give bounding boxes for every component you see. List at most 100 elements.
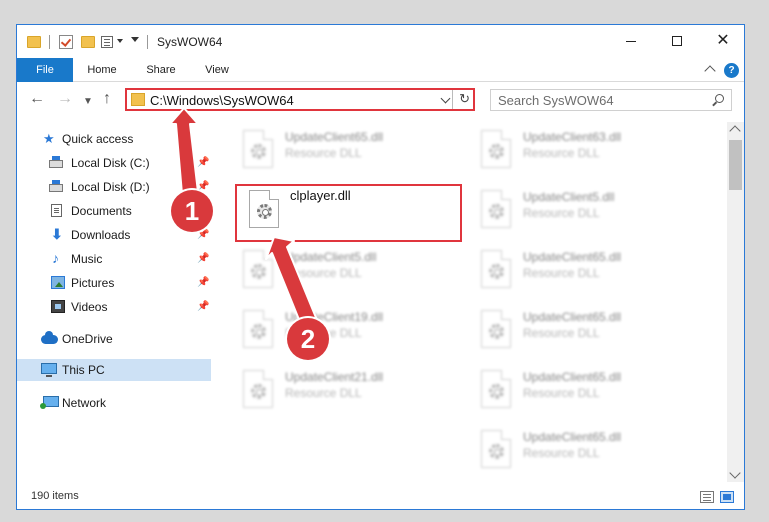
maximize-icon <box>672 36 682 46</box>
minimize-icon <box>626 40 636 42</box>
file-type: Resource DLL <box>285 146 362 160</box>
documents-icon <box>51 204 62 217</box>
computer-icon <box>41 363 57 377</box>
customize-icon[interactable] <box>101 36 113 48</box>
file-name: UpdateClient65.dll <box>523 430 622 444</box>
back-arrow-icon[interactable]: ← <box>29 91 45 107</box>
file-type: Resource DLL <box>285 266 362 280</box>
address-dropdown-icon[interactable] <box>440 93 451 104</box>
properties-check-icon[interactable] <box>59 35 73 49</box>
chevron-down-icon[interactable] <box>117 39 123 43</box>
list-item[interactable]: UpdateClient65.dll Resource DLL <box>475 424 705 474</box>
nav-label: Downloads <box>71 228 131 242</box>
pin-icon: 📌 <box>197 157 210 168</box>
tab-file[interactable]: File <box>17 58 73 82</box>
up-arrow-icon[interactable]: ↑ <box>103 91 111 107</box>
large-icons-view-icon[interactable] <box>720 491 734 503</box>
list-item[interactable]: UpdateClient5.dll Resource DLL <box>475 184 705 234</box>
nav-quick-access[interactable]: ★ Quick access <box>17 128 211 150</box>
address-bar[interactable]: C:\Windows\SysWOW64 ↻ <box>125 88 475 111</box>
file-type: Resource DLL <box>285 386 362 400</box>
nav-item-music[interactable]: ♪ Music 📌 <box>17 248 211 270</box>
nav-label: Documents <box>71 204 132 218</box>
title-bar: SysWOW64 ✕ <box>17 25 744 57</box>
close-icon: ✕ <box>716 32 730 49</box>
list-item[interactable]: UpdateClient21.dll Resource DLL <box>237 364 467 414</box>
minimize-button[interactable] <box>608 25 654 57</box>
file-name: UpdateClient5.dll <box>285 250 377 264</box>
folder-icon[interactable] <box>27 36 41 48</box>
item-count: 190 items <box>31 490 79 502</box>
gear-icon <box>251 384 266 399</box>
tab-share[interactable]: Share <box>139 58 183 82</box>
onedrive-cloud-icon <box>41 331 58 344</box>
file-type: Resource DLL <box>523 146 600 160</box>
dll-file-icon <box>481 370 511 408</box>
nav-label: Local Disk (D:) <box>71 180 150 194</box>
gear-icon <box>489 324 504 339</box>
tab-view[interactable]: View <box>197 58 237 82</box>
dll-file-icon <box>481 430 511 468</box>
file-type: Resource DLL <box>523 266 600 280</box>
list-item[interactable]: UpdateClient19.dll Resource DLL <box>237 304 467 354</box>
nav-item-network[interactable]: Network <box>17 392 211 414</box>
scroll-thumb[interactable] <box>729 140 742 190</box>
drive-icon <box>49 156 63 168</box>
search-icon[interactable] <box>715 94 724 103</box>
gear-icon <box>489 204 504 219</box>
dll-file-icon <box>243 130 273 168</box>
forward-arrow-icon[interactable]: → <box>57 91 73 107</box>
videos-icon <box>51 300 65 313</box>
quick-access-toolbar-dropdown-icon[interactable] <box>131 37 139 42</box>
dll-file-icon <box>243 310 273 348</box>
navigation-pane: ★ Quick access Local Disk (C:) 📌 Local D… <box>17 122 211 482</box>
address-path[interactable]: C:\Windows\SysWOW64 <box>150 93 294 108</box>
file-name: UpdateClient63.dll <box>523 130 622 144</box>
file-name: UpdateClient65.dll <box>523 250 622 264</box>
refresh-icon[interactable]: ↻ <box>459 91 470 107</box>
list-item[interactable]: UpdateClient65.dll Resource DLL <box>475 244 705 294</box>
gear-icon <box>251 324 266 339</box>
gear-icon <box>251 264 266 279</box>
nav-item-pictures[interactable]: Pictures 📌 <box>17 272 211 294</box>
dll-file-icon <box>481 190 511 228</box>
gear-icon <box>251 144 266 159</box>
file-name: UpdateClient65.dll <box>523 370 622 384</box>
help-icon[interactable]: ? <box>724 63 739 78</box>
file-name: UpdateClient65.dll <box>285 130 384 144</box>
nav-item-local-disk-c[interactable]: Local Disk (C:) 📌 <box>17 152 211 174</box>
list-item[interactable]: UpdateClient5.dll Resource DLL <box>237 244 467 294</box>
nav-label: Music <box>71 252 103 266</box>
scroll-down-arrow-icon[interactable] <box>729 467 741 479</box>
file-type: Resource DLL <box>523 206 600 220</box>
new-folder-icon[interactable] <box>81 36 95 48</box>
tab-home[interactable]: Home <box>79 58 125 82</box>
pictures-icon <box>51 276 65 289</box>
expand-ribbon-icon[interactable] <box>704 65 716 77</box>
network-icon <box>40 396 59 409</box>
file-type: Resource DLL <box>523 386 600 400</box>
list-item[interactable]: UpdateClient65.dll Resource DLL <box>475 364 705 414</box>
vertical-scrollbar[interactable] <box>727 122 744 482</box>
ribbon: File Home Share View ? <box>17 58 744 82</box>
nav-item-onedrive[interactable]: OneDrive <box>17 328 211 350</box>
list-item[interactable]: UpdateClient63.dll Resource DLL <box>475 124 705 174</box>
recent-locations-chevron-icon[interactable]: ▼ <box>83 94 93 110</box>
file-name: UpdateClient21.dll <box>285 370 384 384</box>
downloads-icon: ⬇ <box>51 226 63 242</box>
list-item[interactable]: UpdateClient65.dll Resource DLL <box>237 124 467 174</box>
nav-label: Videos <box>71 300 108 314</box>
list-item[interactable]: UpdateClient65.dll Resource DLL <box>475 304 705 354</box>
search-input[interactable]: Search SysWOW64 <box>490 89 732 111</box>
window-title: SysWOW64 <box>157 35 223 49</box>
step-2-badge: 2 <box>287 318 329 360</box>
nav-item-this-pc[interactable]: This PC <box>17 359 211 381</box>
close-button[interactable]: ✕ <box>700 25 744 57</box>
maximize-button[interactable] <box>654 25 700 57</box>
pin-icon: 📌 <box>197 253 210 264</box>
music-icon: ♪ <box>52 250 59 266</box>
scroll-up-arrow-icon[interactable] <box>729 125 741 137</box>
details-view-icon[interactable] <box>700 491 714 503</box>
drive-icon <box>49 180 63 192</box>
nav-item-videos[interactable]: Videos 📌 <box>17 296 211 318</box>
